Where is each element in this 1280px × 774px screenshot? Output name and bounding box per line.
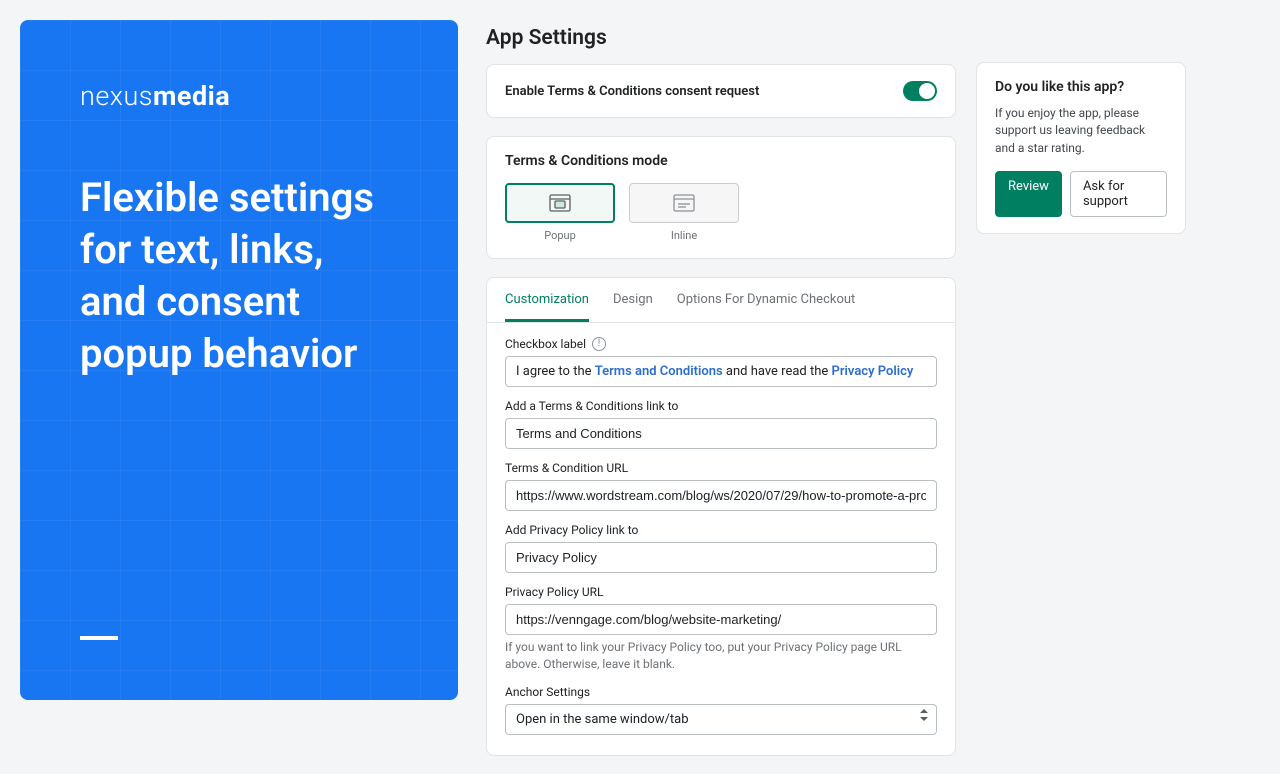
pp-link-input[interactable]	[505, 542, 937, 573]
mode-label-inline: Inline	[629, 229, 739, 242]
tc-link-input[interactable]	[505, 418, 937, 449]
pp-help-text: If you want to link your Privacy Policy …	[505, 639, 937, 673]
checkbox-label-link-privacy[interactable]: Privacy Policy	[832, 364, 914, 379]
tab-dynamic-checkout[interactable]: Options For Dynamic Checkout	[677, 278, 856, 322]
window-icon	[549, 194, 571, 212]
ask-support-button[interactable]: Ask for support	[1070, 171, 1167, 217]
brand-logo: nexusmedia	[80, 80, 398, 112]
promo-divider	[80, 636, 118, 640]
checkbox-label-input[interactable]: I agree to the Terms and Conditions and …	[505, 356, 937, 387]
page-title: App Settings	[486, 26, 956, 50]
checkbox-label-title: Checkbox label !	[505, 337, 937, 351]
pp-link-label: Add Privacy Policy link to	[505, 523, 937, 537]
tab-design[interactable]: Design	[613, 278, 653, 322]
anchor-label: Anchor Settings	[505, 685, 937, 699]
anchor-select[interactable]: Open in the same window/tab	[505, 704, 937, 735]
window-icon	[673, 194, 695, 212]
tc-url-input[interactable]	[505, 480, 937, 511]
enable-label: Enable Terms & Conditions consent reques…	[505, 84, 759, 99]
info-icon[interactable]: !	[592, 337, 606, 351]
brand-prefix: nexus	[80, 80, 153, 112]
feedback-title: Do you like this app?	[995, 79, 1167, 95]
tc-url-label: Terms & Condition URL	[505, 461, 937, 475]
enable-toggle[interactable]	[903, 81, 937, 101]
tc-link-label: Add a Terms & Conditions link to	[505, 399, 937, 413]
tab-bar: Customization Design Options For Dynamic…	[487, 278, 955, 323]
mode-option-inline[interactable]	[629, 183, 739, 223]
checkbox-label-link-terms[interactable]: Terms and Conditions	[595, 364, 723, 379]
pp-url-label: Privacy Policy URL	[505, 585, 937, 599]
mode-option-popup[interactable]	[505, 183, 615, 223]
tab-customization[interactable]: Customization	[505, 278, 589, 322]
mode-card: Terms & Conditions mode Popup Inline	[486, 136, 956, 259]
mode-label-popup: Popup	[505, 229, 615, 242]
promo-headline: Flexible settings for text, links, and c…	[80, 172, 398, 380]
feedback-text: If you enjoy the app, please support us …	[995, 105, 1167, 157]
promo-panel: nexusmedia Flexible settings for text, l…	[20, 20, 458, 700]
enable-card: Enable Terms & Conditions consent reques…	[486, 64, 956, 118]
feedback-card: Do you like this app? If you enjoy the a…	[976, 62, 1186, 234]
review-button[interactable]: Review	[995, 171, 1062, 217]
pp-url-input[interactable]	[505, 604, 937, 635]
mode-title: Terms & Conditions mode	[505, 153, 937, 169]
customization-card: Customization Design Options For Dynamic…	[486, 277, 956, 756]
brand-bold: media	[153, 80, 230, 112]
